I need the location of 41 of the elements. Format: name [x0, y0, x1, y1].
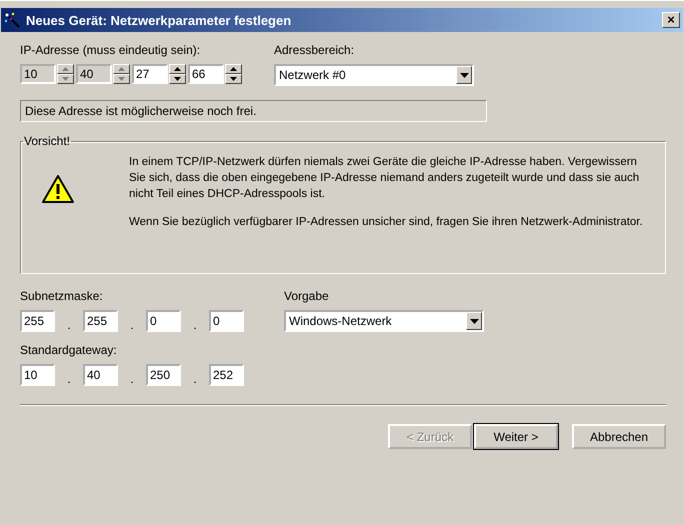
octet-field[interactable]: 0: [146, 310, 181, 332]
magic-wand-icon: [4, 12, 22, 28]
dot-separator: .: [129, 318, 135, 332]
octet-field[interactable]: 10: [20, 364, 55, 386]
dropdown-arrow-button[interactable]: [456, 66, 472, 84]
address-range-label: Adressbereich:: [274, 42, 356, 58]
group-title: Vorsicht!: [23, 134, 72, 148]
dialog-button[interactable]: Abbrechen: [572, 424, 666, 449]
warning-text: In einem TCP/IP-Netzwerk dürfen niemals zwei Geräte die gleiche IP-Adresse haben. Vergewissern Sie sich, dass die oben eingegebene IP-Adresse niemand anders zugeteilt wurde und dass sie auch nicht Teil eines DHCP-Adresspools ist.: [129, 155, 640, 202]
octet-field[interactable]: 40: [83, 364, 118, 386]
close-button[interactable]: ×: [662, 12, 680, 28]
dot-separator: .: [129, 372, 135, 386]
spin-buttons[interactable]: [169, 64, 186, 84]
octet-field[interactable]: 27: [132, 64, 168, 84]
caret-icon: [460, 72, 468, 78]
caret-icon: [470, 318, 478, 324]
octet-field[interactable]: 252: [209, 364, 244, 386]
warning-icon: [41, 174, 75, 205]
window-title: Neues Gerät: Netzwerkparameter festlegen: [26, 12, 292, 28]
octet-field[interactable]: 0: [209, 310, 244, 332]
octet-field[interactable]: 255: [20, 310, 55, 332]
dot-separator: .: [192, 318, 198, 332]
status-field: Diese Adresse ist möglicherweise noch frei.: [20, 100, 487, 122]
subnet-mask-label: Subnetzmaske:: [20, 288, 104, 304]
spin-buttons[interactable]: [57, 64, 74, 84]
dot-separator: .: [192, 372, 198, 386]
warning-text: Wenn Sie bezüglich verfügbarer IP-Adressen unsicher sind, fragen Sie ihren Netzwerk-Administrator.: [129, 215, 644, 230]
dot-separator: .: [66, 372, 72, 386]
preset-label: Vorgabe: [284, 288, 330, 304]
octet-field[interactable]: 250: [146, 364, 181, 386]
dot-separator: .: [66, 318, 72, 332]
spin-buttons[interactable]: [225, 64, 242, 84]
address-range-dropdown[interactable]: Netzwerk #0: [274, 64, 474, 86]
octet-field[interactable]: 66: [188, 64, 224, 84]
dropdown-arrow-button[interactable]: [466, 312, 482, 330]
octet-field[interactable]: 255: [83, 310, 118, 332]
ip-address-label: IP-Adresse (muss eindeutig sein):: [20, 42, 202, 58]
dialog-button[interactable]: Weiter >: [474, 424, 558, 449]
spin-buttons[interactable]: [113, 64, 130, 84]
preset-dropdown[interactable]: Windows-Netzwerk: [284, 310, 484, 332]
gateway-label: Standardgateway:: [20, 342, 118, 358]
